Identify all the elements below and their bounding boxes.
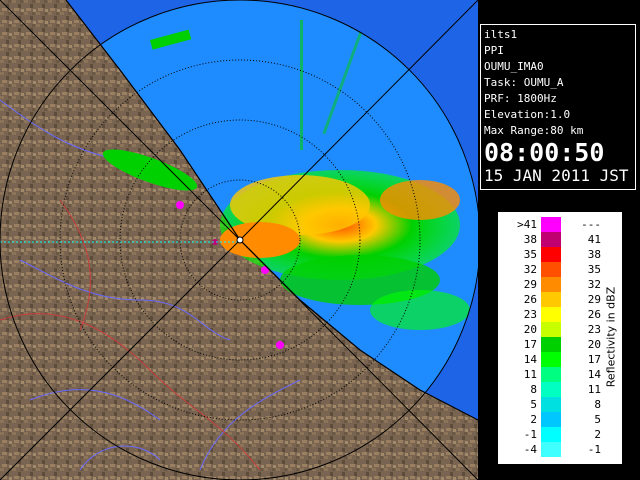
- info-radar-id: OUMU_IMA0: [484, 60, 544, 73]
- legend-title: Reflectivity in dBZ: [603, 217, 619, 457]
- legend-upper-bound: ---: [581, 218, 601, 231]
- legend-row: 58: [499, 397, 601, 412]
- legend-color-swatch: [541, 262, 561, 277]
- radar-map: [0, 0, 478, 480]
- radar-display: ilts1 PPI OUMU_IMA0 Task: OUMU_A PRF: 18…: [0, 0, 640, 480]
- legend-row: 11 14: [499, 367, 601, 382]
- legend-row: 14 17: [499, 352, 601, 367]
- legend-row: 17 20: [499, 337, 601, 352]
- legend-lower-bound: 26: [523, 293, 537, 306]
- legend-row: 35 38: [499, 247, 601, 262]
- legend-row: 23 26: [499, 307, 601, 322]
- legend-lower-bound: 38: [523, 233, 537, 246]
- info-task: Task: OUMU_A: [484, 76, 564, 89]
- legend-color-swatch: [541, 352, 561, 367]
- legend-lower-bound: 11: [523, 368, 537, 381]
- date-readout: 15 JAN 2011 JST: [484, 166, 629, 185]
- legend-upper-bound: 20: [587, 338, 601, 351]
- legend-lower-bound: -1: [523, 428, 537, 441]
- legend-row: 38 41: [499, 232, 601, 247]
- legend-upper-bound: 38: [587, 248, 601, 261]
- legend-row: 25: [499, 412, 601, 427]
- legend-lower-bound: 29: [523, 278, 537, 291]
- legend-color-swatch: [541, 247, 561, 262]
- legend-color-swatch: [541, 382, 561, 397]
- info-elevation: Elevation:1.0: [484, 108, 571, 121]
- legend-row: -1 2: [499, 427, 601, 442]
- legend-upper-bound: 5: [594, 413, 601, 426]
- legend-upper-bound: 26: [587, 308, 601, 321]
- legend-upper-bound: -1: [587, 443, 601, 456]
- legend-lower-bound: 5: [530, 398, 537, 411]
- legend-color-swatch: [541, 397, 561, 412]
- legend-lower-bound: 32: [523, 263, 537, 276]
- legend-color-swatch: [541, 367, 561, 382]
- legend-upper-bound: 29: [587, 293, 601, 306]
- legend-lower-bound: 8: [530, 383, 537, 396]
- legend-lower-bound: 23: [523, 308, 537, 321]
- reflectivity-legend: >41 --- 38 41 35 38 32 35 29 32 26 29 23 26 20 23 17 20 14…: [498, 212, 622, 464]
- legend-row: 26 29: [499, 292, 601, 307]
- legend-upper-bound: 14: [587, 368, 601, 381]
- legend-upper-bound: 23: [587, 323, 601, 336]
- legend-row: 29 32: [499, 277, 601, 292]
- radar-site-icon: [236, 236, 244, 244]
- legend-row: >41 ---: [499, 217, 601, 232]
- legend-row: 20 23: [499, 322, 601, 337]
- legend-upper-bound: 41: [587, 233, 601, 246]
- legend-title-text: Reflectivity in dBZ: [604, 286, 618, 388]
- legend-lower-bound: -4: [523, 443, 537, 456]
- legend-lower-bound: 17: [523, 338, 537, 351]
- legend-color-swatch: [541, 277, 561, 292]
- info-panel: ilts1 PPI OUMU_IMA0 Task: OUMU_A PRF: 18…: [480, 24, 636, 190]
- legend-color-swatch: [541, 217, 561, 232]
- legend-lower-bound: 2: [530, 413, 537, 426]
- legend-upper-bound: 32: [587, 278, 601, 291]
- legend-lower-bound: >41: [517, 218, 537, 231]
- info-site-name: ilts1: [484, 28, 518, 41]
- legend-color-swatch: [541, 337, 561, 352]
- legend-row: 32 35: [499, 262, 601, 277]
- legend-color-swatch: [541, 442, 561, 457]
- legend-lower-bound: 14: [523, 353, 537, 366]
- legend-color-swatch: [541, 292, 561, 307]
- legend-upper-bound: 2: [594, 428, 601, 441]
- info-scan-mode: PPI: [484, 44, 504, 57]
- legend-color-swatch: [541, 427, 561, 442]
- legend-row: 8 11: [499, 382, 601, 397]
- info-prf: PRF: 1800Hz: [484, 92, 557, 105]
- legend-color-swatch: [541, 232, 561, 247]
- legend-upper-bound: 35: [587, 263, 601, 276]
- legend-color-swatch: [541, 412, 561, 427]
- legend-row: -4 -1: [499, 442, 601, 457]
- legend-upper-bound: 17: [587, 353, 601, 366]
- legend-lower-bound: 35: [523, 248, 537, 261]
- legend-upper-bound: 11: [587, 383, 601, 396]
- legend-lower-bound: 20: [523, 323, 537, 336]
- info-max-range: Max Range:80 km: [484, 124, 584, 137]
- legend-color-swatch: [541, 307, 561, 322]
- legend-color-swatch: [541, 322, 561, 337]
- legend-upper-bound: 8: [594, 398, 601, 411]
- time-readout: 08:00:50: [484, 138, 605, 167]
